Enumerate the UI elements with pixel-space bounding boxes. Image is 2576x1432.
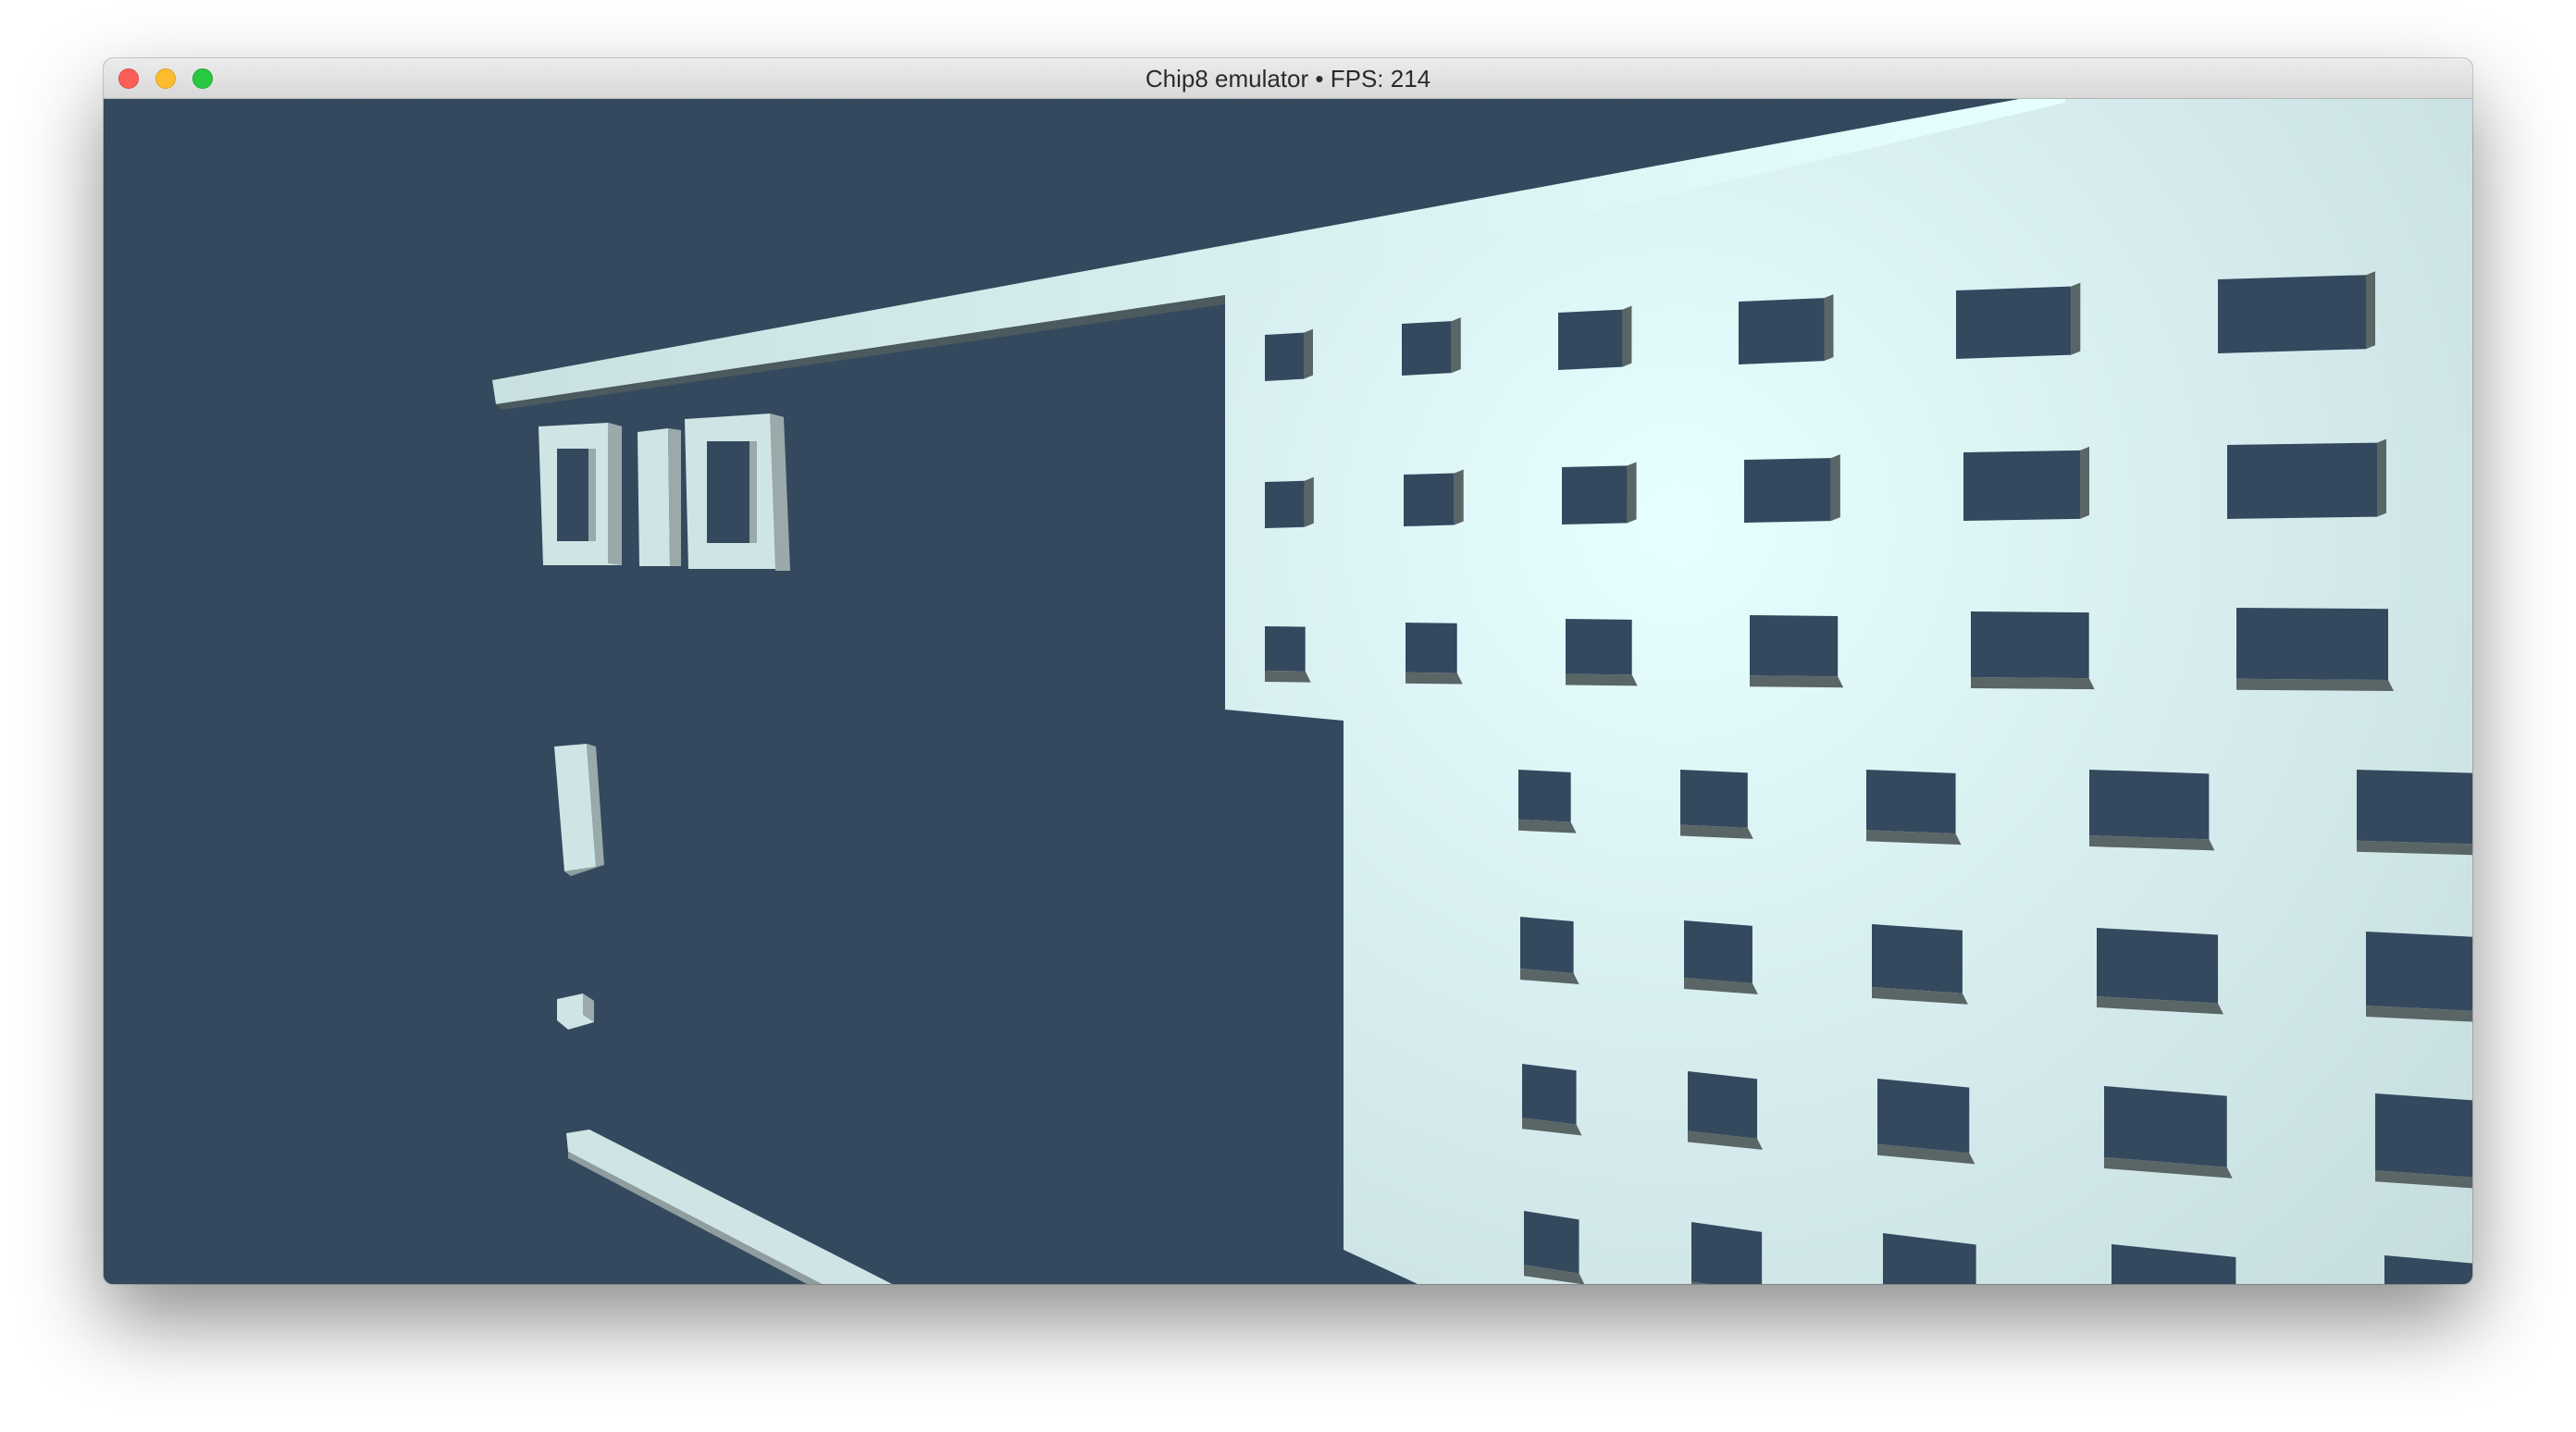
grid-hole-shade	[2071, 282, 2081, 355]
grid-hole	[2089, 770, 2210, 840]
grid-hole-shade	[1627, 462, 1637, 524]
grid-hole-shade	[1622, 305, 1632, 367]
grid-hole-shade	[1830, 454, 1840, 522]
grid-hole	[2218, 275, 2366, 353]
grid-hole-shade	[1451, 317, 1461, 374]
grid-hole-shade	[2377, 438, 2386, 517]
grid-hole	[2227, 442, 2377, 519]
grid-hole	[1688, 1071, 1758, 1139]
grid-hole	[2104, 1086, 2227, 1167]
grid-hole	[2366, 932, 2472, 1011]
score-digits	[539, 414, 790, 571]
grid-hole	[2357, 770, 2472, 845]
grid-hole-shade	[1406, 672, 1463, 685]
grid-hole	[1404, 473, 1455, 526]
grid-hole-shade	[2236, 678, 2394, 691]
grid-hole	[2097, 928, 2219, 1004]
grid-hole-shade	[1454, 469, 1464, 525]
grid-hole	[1562, 465, 1628, 525]
grid-hole	[1566, 619, 1632, 675]
grid-hole	[2375, 1093, 2472, 1178]
grid-hole	[1744, 458, 1831, 523]
grid-hole-shade	[2366, 271, 2375, 350]
grid-hole	[1265, 480, 1305, 528]
grid-hole	[1518, 770, 1571, 822]
grid-hole	[1739, 298, 1825, 364]
window-title: Chip8 emulator • FPS: 214	[1145, 65, 1431, 93]
grid-hole	[1265, 332, 1304, 381]
grid-hole	[1877, 1079, 1970, 1154]
grid-hole-shade	[1824, 294, 1834, 362]
grid-hole-shade	[1304, 476, 1314, 527]
render-viewport[interactable]	[104, 99, 2472, 1284]
grid-hole	[1406, 623, 1457, 673]
grid-hole	[1265, 626, 1306, 672]
grid-hole	[1522, 1064, 1577, 1125]
grid-hole	[1558, 309, 1623, 370]
grid-hole	[1524, 1211, 1579, 1274]
grid-hole	[1680, 770, 1748, 828]
grid-hole	[1872, 924, 1963, 994]
grid-hole	[1684, 920, 1752, 983]
grid-hole-shade	[1971, 677, 2095, 690]
grid-hole	[1691, 1222, 1763, 1284]
grid-hole-shade	[1265, 671, 1311, 683]
grid-hole	[1963, 450, 2080, 521]
scene-canvas	[492, 99, 2472, 1284]
display-wall	[1225, 99, 2472, 1284]
grid-hole-shade	[1566, 673, 1638, 686]
grid-hole-shade	[2080, 446, 2089, 519]
grid-hole	[2236, 608, 2388, 680]
grid-hole	[1750, 615, 1839, 677]
grid-hole	[1956, 286, 2072, 359]
grid-hole-shade	[1304, 328, 1313, 379]
grid-hole	[1402, 321, 1452, 376]
emulator-window: Chip8 emulator • FPS: 214	[104, 58, 2472, 1284]
grid-hole	[1971, 611, 2089, 679]
title-bar[interactable]: Chip8 emulator • FPS: 214	[104, 58, 2472, 99]
grid-hole-shade	[1750, 675, 1844, 688]
grid-hole	[1866, 770, 1956, 834]
grid-hole	[1520, 917, 1574, 974]
bottom-bar	[566, 1130, 892, 1284]
